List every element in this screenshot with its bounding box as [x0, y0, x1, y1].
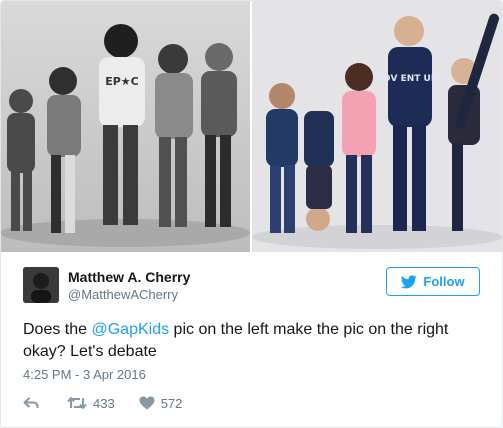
- like-button[interactable]: 572: [139, 395, 183, 411]
- retweet-button[interactable]: 433: [67, 396, 115, 411]
- tweet-text: Does the @GapKids pic on the left make t…: [23, 319, 483, 363]
- avatar-image: [23, 267, 59, 303]
- author-names: Matthew A. Cherry @MatthewACherry: [68, 268, 190, 303]
- heart-icon: [139, 396, 155, 410]
- reply-icon: [23, 396, 39, 410]
- like-count: 572: [160, 395, 183, 411]
- follow-button[interactable]: Follow: [386, 267, 480, 296]
- reply-button[interactable]: [23, 396, 39, 410]
- follow-label: Follow: [423, 274, 465, 289]
- photo-right-image: ADV ENT URE: [252, 1, 502, 252]
- retweet-count: 433: [93, 395, 115, 411]
- author-handle[interactable]: @MatthewACherry: [68, 286, 190, 303]
- photo-left[interactable]: EP★C: [1, 1, 250, 252]
- tweet-author: Matthew A. Cherry @MatthewACherry: [23, 265, 190, 305]
- tweet-text-before: Does the: [23, 321, 92, 338]
- photo-right[interactable]: ADV ENT URE: [252, 1, 502, 252]
- tweet-media: EP★C ADV ENT URE: [1, 1, 502, 252]
- photo-right-shirt-print: ADV ENT URE: [376, 74, 444, 84]
- bird-icon: [401, 274, 418, 289]
- tweet-actions: 433 572: [23, 393, 182, 413]
- avatar[interactable]: [23, 267, 59, 303]
- photo-left-shirt-print: EP★C: [105, 75, 139, 88]
- mention-link[interactable]: @GapKids: [91, 321, 169, 338]
- tweet-card: EP★C ADV ENT URE Matthew A. Cherry @Matt…: [0, 0, 503, 428]
- tweet-timestamp[interactable]: 4:25 PM - 3 Apr 2016: [23, 367, 146, 382]
- retweet-icon: [67, 396, 87, 410]
- photo-left-image: EP★C: [1, 1, 250, 252]
- author-display-name[interactable]: Matthew A. Cherry: [68, 268, 190, 286]
